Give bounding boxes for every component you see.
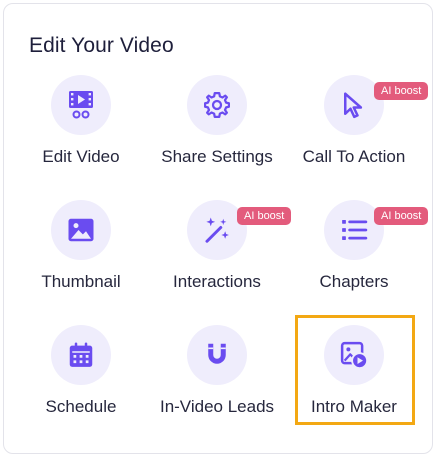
thumbnail-tile[interactable]: Thumbnail [11,200,151,310]
panel-title: Edit Your Video [29,34,174,57]
edit-video-tile[interactable]: Edit Video [11,75,151,185]
in-video-leads-icon-circle [187,325,247,385]
gear-icon [204,92,230,118]
share-settings-label: Share Settings [161,147,273,166]
share-settings-tile[interactable]: Share Settings [147,75,287,185]
list-icon [342,220,368,240]
schedule-tile[interactable]: Schedule [11,325,151,435]
edit-video-label: Edit Video [42,147,120,166]
chapters-label: Chapters [319,272,389,291]
schedule-icon-circle [51,325,111,385]
ai-boost-badge: AI boost [374,207,429,225]
thumbnail-icon-circle [51,200,111,260]
in-video-leads-label: In-Video Leads [159,397,275,416]
interactions-tile[interactable]: AI boost Interactions [147,200,292,310]
call-to-action-tile[interactable]: AI boost Call To Action [284,75,429,185]
magnet-icon [208,343,226,364]
image-icon [68,218,94,242]
interactions-label: Interactions [173,272,261,291]
edit-video-icon-circle [51,75,111,135]
in-video-leads-tile[interactable]: In-Video Leads [147,325,287,435]
film-edit-icon [69,91,93,119]
ai-boost-badge: AI boost [374,82,429,100]
intro-maker-selection-highlight [295,315,415,425]
call-to-action-label: Call To Action [302,147,406,166]
magic-wand-icon [205,217,229,243]
chapters-tile[interactable]: AI boost Chapters [284,200,429,310]
calendar-icon [69,342,93,367]
schedule-label: Schedule [45,397,117,416]
cursor-arrow-icon [344,92,363,119]
share-settings-icon-circle [187,75,247,135]
thumbnail-label: Thumbnail [41,272,121,291]
